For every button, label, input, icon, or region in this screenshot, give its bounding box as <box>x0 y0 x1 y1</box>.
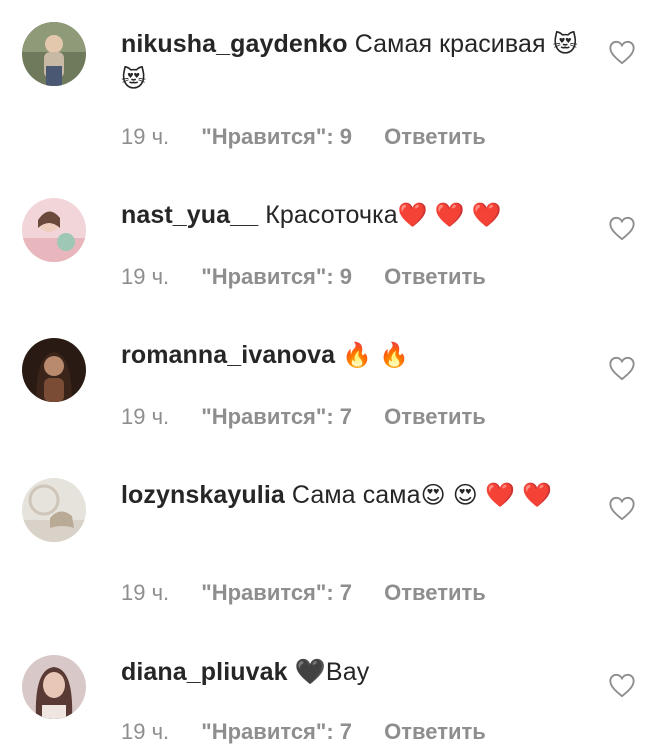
red-heart-emoji: ❤️ <box>434 201 465 229</box>
avatar[interactable] <box>22 655 86 719</box>
comment-text: lozynskayulia Сама сама😍 😍 ❤️ ❤️ <box>121 478 591 513</box>
comment-meta: 19 ч. "Нравится": 9 Ответить <box>121 124 512 150</box>
avatar[interactable] <box>22 198 86 262</box>
like-heart-icon[interactable] <box>608 215 636 241</box>
comment-username[interactable]: lozynskayulia <box>121 481 285 509</box>
avatar[interactable] <box>22 338 86 402</box>
like-heart-icon[interactable] <box>608 355 636 381</box>
comment-username[interactable]: romanna_ivanova <box>121 341 335 369</box>
comment-body: Самая красивая <box>347 30 546 58</box>
heart-eyes-emoji: 😍 <box>420 481 446 509</box>
red-heart-emoji: ❤️ <box>484 481 515 509</box>
like-heart-icon[interactable] <box>608 39 636 65</box>
comment-text: diana_pliuvak 🖤Bay <box>121 655 591 690</box>
comment-likes[interactable]: "Нравится": 7 <box>201 719 352 744</box>
comment-meta: 19 ч. "Нравится": 7 Ответить <box>121 404 512 430</box>
avatar-image <box>22 478 86 542</box>
avatar[interactable] <box>22 478 86 542</box>
comment-username[interactable]: nikusha_gaydenko <box>121 30 348 58</box>
like-heart-icon[interactable] <box>608 495 636 521</box>
comment-likes[interactable]: "Нравится": 9 <box>201 264 352 289</box>
reply-button[interactable]: Ответить <box>384 264 486 289</box>
comment-likes[interactable]: "Нравится": 7 <box>201 404 352 429</box>
comment-time[interactable]: 19 ч. <box>121 580 169 605</box>
avatar-image <box>22 198 86 262</box>
comment-body: 🖤Bay <box>287 658 370 686</box>
avatar-image <box>22 22 86 86</box>
comment-time[interactable]: 19 ч. <box>121 719 169 744</box>
reply-button[interactable]: Ответить <box>384 719 486 744</box>
comment-meta: 19 ч. "Нравится": 7 Ответить <box>121 719 512 745</box>
comment-time[interactable]: 19 ч. <box>121 264 169 289</box>
comment-username[interactable]: nast_yua__ <box>121 201 258 229</box>
avatar[interactable] <box>22 22 86 86</box>
reply-button[interactable]: Ответить <box>384 580 486 605</box>
like-heart-icon[interactable] <box>608 672 636 698</box>
comment-likes[interactable]: "Нравится": 9 <box>201 124 352 149</box>
comment-time[interactable]: 19 ч. <box>121 124 169 149</box>
avatar-image <box>22 338 86 402</box>
fire-emoji: 🔥 <box>379 341 410 369</box>
heart-eyes-emoji: 😍 <box>452 481 478 509</box>
reply-button[interactable]: Ответить <box>384 124 486 149</box>
comment-time[interactable]: 19 ч. <box>121 404 169 429</box>
comment-meta: 19 ч. "Нравится": 9 Ответить <box>121 264 512 290</box>
comment-username[interactable]: diana_pliuvak <box>121 658 288 686</box>
comment-text: nikusha_gaydenko Самая красивая 😻 😻 <box>121 27 591 97</box>
smiling-cat-heart-eyes-emoji: 😻 <box>552 30 578 58</box>
red-heart-emoji: ❤️ <box>471 201 502 229</box>
comment-meta: 19 ч. "Нравится": 7 Ответить <box>121 580 512 606</box>
reply-button[interactable]: Ответить <box>384 404 486 429</box>
red-heart-emoji: ❤️ <box>521 481 552 509</box>
comment-text: nast_yua__ Красоточка❤️ ❤️ ❤️ <box>121 198 591 233</box>
comment-text: romanna_ivanova 🔥 🔥 <box>121 338 591 373</box>
smiling-cat-heart-eyes-emoji: 😻 <box>121 65 147 93</box>
comment-body: Сама сама <box>284 481 421 509</box>
comment-body: Красоточка <box>258 201 398 229</box>
avatar-image <box>22 655 86 719</box>
comment-likes[interactable]: "Нравится": 7 <box>201 580 352 605</box>
fire-emoji: 🔥 <box>342 341 373 369</box>
red-heart-emoji: ❤️ <box>397 201 428 229</box>
